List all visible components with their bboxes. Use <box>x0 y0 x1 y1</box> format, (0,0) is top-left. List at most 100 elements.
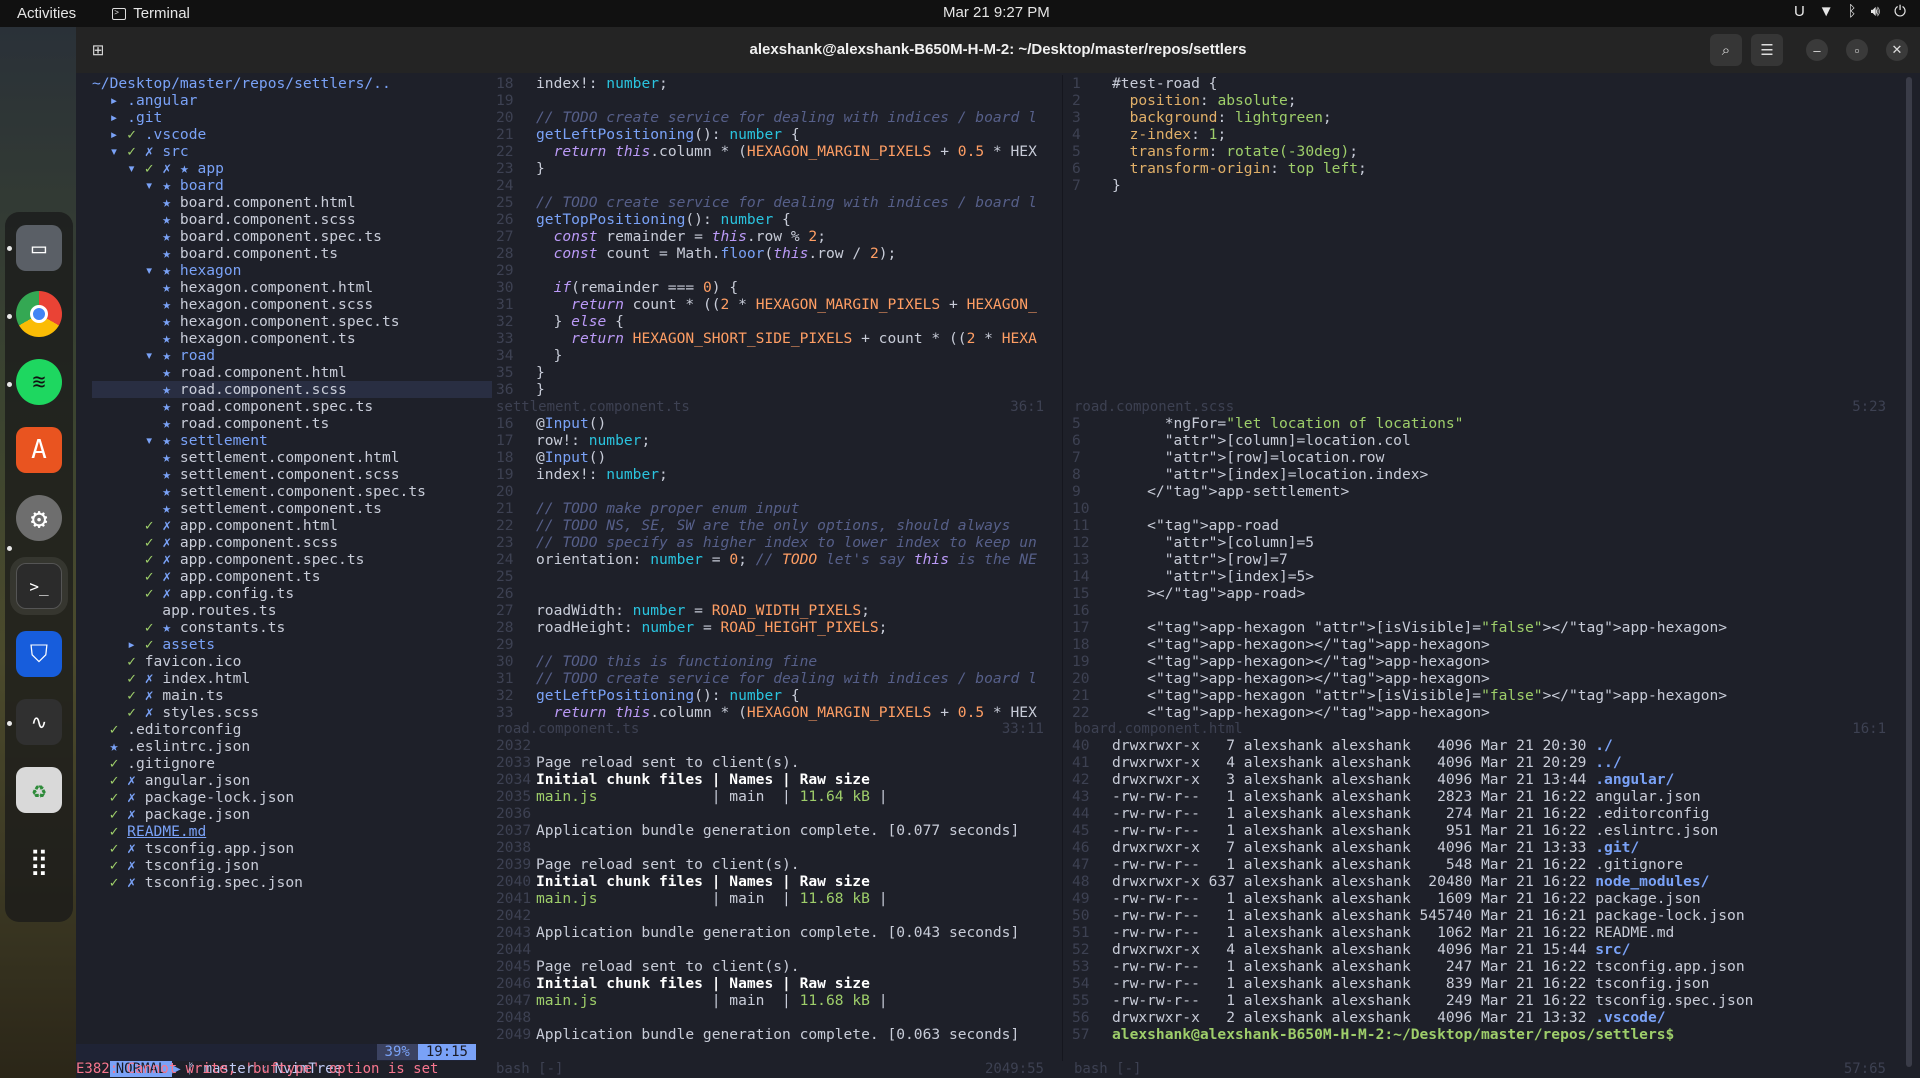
minimize-button[interactable]: – <box>1806 39 1828 61</box>
volume-icon[interactable]: 🔊︎ <box>1871 3 1880 20</box>
line-number: 5 <box>1072 143 1081 160</box>
tree-item[interactable]: ✓ ✗ tsconfig.json <box>92 857 492 874</box>
terminal-pane-ls[interactable]: 40 drwxrwxr-x 7 alexshank alexshank 4096 … <box>1068 737 1898 1060</box>
app-grid-icon[interactable]: ⣿ <box>16 839 62 885</box>
tree-item[interactable]: ✓ ✗ index.html <box>92 670 492 687</box>
tree-item[interactable]: ★ road.component.spec.ts <box>92 398 492 415</box>
tree-item[interactable]: ★ .eslintrc.json <box>92 738 492 755</box>
line-text: -rw-rw-r-- 1 alexshank alexshank 1062 Ma… <box>1112 924 1675 941</box>
line-number: 20 <box>496 109 514 126</box>
tree-item[interactable]: ✓ README.md <box>92 823 492 840</box>
tree-item[interactable]: ✓ favicon.ico <box>92 653 492 670</box>
tree-item[interactable]: ★ road.component.scss <box>92 381 492 398</box>
tree-item[interactable]: ▸ ✓ .vscode <box>92 126 492 143</box>
tree-item[interactable]: ★ hexagon.component.ts <box>92 330 492 347</box>
tree-item[interactable]: ✓ ✗ app.component.html <box>92 517 492 534</box>
tree-item[interactable]: ★ board.component.html <box>92 194 492 211</box>
tree-root-path[interactable]: ~/Desktop/master/repos/settlers/.. <box>92 75 492 92</box>
dock: ▭ ≋ A ⚙ >_ ⛉ ∿ ♻ ⣿ <box>0 27 76 1078</box>
scrollbar[interactable] <box>1906 77 1912 1067</box>
line-number: 48 <box>1072 873 1090 890</box>
tree-item[interactable]: ★ settlement.component.spec.ts <box>92 483 492 500</box>
tree-item[interactable]: ✓ .gitignore <box>92 755 492 772</box>
extension-icon[interactable]: U <box>1794 3 1805 20</box>
tree-item[interactable]: ✓ ★ constants.ts <box>92 619 492 636</box>
line-text: if(remainder === 0) { <box>553 279 739 296</box>
tree-item[interactable]: ▸ .angular <box>92 92 492 109</box>
tree-item[interactable]: ✓ .editorconfig <box>92 721 492 738</box>
tree-item[interactable]: ✓ ✗ tsconfig.spec.json <box>92 874 492 891</box>
tree-item[interactable]: ▾ ★ hexagon <box>92 262 492 279</box>
tree-item[interactable]: ★ board.component.spec.ts <box>92 228 492 245</box>
close-button[interactable]: ✕ <box>1886 39 1908 61</box>
tree-item[interactable]: ✓ ✗ app.config.ts <box>92 585 492 602</box>
line-number: 21 <box>496 500 514 517</box>
code-line: 20 <"tag">app-hexagon></"tag">app-hexago… <box>1068 670 1898 687</box>
tree-item[interactable]: ★ board.component.scss <box>92 211 492 228</box>
tree-item[interactable]: ▾ ✓ ✗ src <box>92 143 492 160</box>
tree-item[interactable]: ▾ ★ road <box>92 347 492 364</box>
app-center-icon[interactable]: A <box>16 427 62 473</box>
code-line: 2037 Application bundle generation comple… <box>492 822 1054 839</box>
system-monitor-icon[interactable]: ∿ <box>16 699 62 745</box>
clock[interactable]: Mar 21 9:27 PM <box>943 4 1050 21</box>
maximize-button[interactable]: ▫ <box>1846 39 1868 61</box>
tree-item[interactable]: ★ settlement.component.ts <box>92 500 492 517</box>
line-number: 2046 <box>496 975 532 992</box>
tree-item[interactable]: ★ hexagon.component.spec.ts <box>92 313 492 330</box>
terminal-pane-ng-serve[interactable]: 2032 2033 Page reload sent to client(s). 20… <box>492 737 1054 1060</box>
line-number: 18 <box>496 75 514 92</box>
bitwarden-icon[interactable]: ⛉ <box>16 631 62 677</box>
line-number: 43 <box>1072 788 1090 805</box>
tree-item[interactable]: ✓ ✗ angular.json <box>92 772 492 789</box>
tree-item[interactable]: ▾ ★ board <box>92 177 492 194</box>
editor-pane-road-scss[interactable]: 1 #test-road {2 position: absolute; 3 back… <box>1068 75 1898 398</box>
line-text: main.js | main | 11.68 kB | <box>536 992 888 1009</box>
chrome-icon[interactable] <box>16 291 62 337</box>
tree-item[interactable]: ✓ ✗ styles.scss <box>92 704 492 721</box>
editor-pane-settlement[interactable]: 18 index!: number; 19 20 // TODO create serv… <box>492 75 1054 398</box>
tree-item[interactable]: ✓ ✗ package-lock.json <box>92 789 492 806</box>
line-text: drwxrwxr-x 2 alexshank alexshank 4096 Ma… <box>1112 1009 1666 1026</box>
tree-item[interactable]: ✓ ✗ tsconfig.app.json <box>92 840 492 857</box>
tree-item[interactable]: ✓ ✗ package.json <box>92 806 492 823</box>
tree-item[interactable]: ▾ ★ settlement <box>92 432 492 449</box>
tree-item[interactable]: ★ road.component.html <box>92 364 492 381</box>
tree-item[interactable]: ✓ ✗ app.component.ts <box>92 568 492 585</box>
tree-item[interactable]: ✓ ✗ app.component.scss <box>92 534 492 551</box>
editor-pane-board-html[interactable]: 5 *ngFor="let location of locations" 6 "a… <box>1068 415 1898 721</box>
wifi-icon[interactable]: ▼ <box>1819 3 1834 20</box>
tree-item[interactable]: ★ settlement.component.scss <box>92 466 492 483</box>
code-line: 20 // TODO create service for dealing wit… <box>492 109 1054 126</box>
tree-item[interactable]: ★ hexagon.component.scss <box>92 296 492 313</box>
tree-item[interactable]: ★ settlement.component.html <box>92 449 492 466</box>
code-line: 6 transform-origin: top left; <box>1068 160 1898 177</box>
code-line: 18 <"tag">app-hexagon></"tag">app-hexago… <box>1068 636 1898 653</box>
settings-icon[interactable]: ⚙ <box>16 495 62 541</box>
menu-button[interactable]: ☰ <box>1751 34 1783 66</box>
pane-status: bash [-] 2049:55 <box>496 1061 1044 1077</box>
tree-item[interactable]: ★ road.component.ts <box>92 415 492 432</box>
system-tray[interactable]: U ▼ ᛒ 🔊︎ ⏻ <box>1794 3 1906 20</box>
code-line: 3 background: lightgreen; <box>1068 109 1898 126</box>
tree-item[interactable]: ✓ ✗ app.component.spec.ts <box>92 551 492 568</box>
trash-icon[interactable]: ♻ <box>16 767 62 813</box>
tree-item[interactable]: ✓ ✗ main.ts <box>92 687 492 704</box>
nvim-tree[interactable]: ~/Desktop/master/repos/settlers/.. ▸ .an… <box>92 75 492 1061</box>
tree-item[interactable]: ▸ ✓ assets <box>92 636 492 653</box>
tree-item[interactable]: ★ board.component.ts <box>92 245 492 262</box>
search-button[interactable]: ⌕ <box>1710 34 1742 66</box>
spotify-icon[interactable]: ≋ <box>16 359 62 405</box>
activities-button[interactable]: Activities <box>17 5 76 22</box>
app-menu[interactable]: > Terminal <box>112 5 190 22</box>
tree-item[interactable]: ▾ ✓ ✗ ★ app <box>92 160 492 177</box>
terminal-icon[interactable]: >_ <box>10 557 68 615</box>
bluetooth-icon[interactable]: ᛒ <box>1848 3 1857 20</box>
editor-pane-road-ts[interactable]: 16 @Input() 17 row!: number; 18 @Input() 19 ind… <box>492 415 1054 721</box>
tree-item[interactable]: app.routes.ts <box>92 602 492 619</box>
tree-item[interactable]: ★ hexagon.component.html <box>92 279 492 296</box>
power-icon[interactable]: ⏻ <box>1894 3 1906 20</box>
line-number: 25 <box>496 194 514 211</box>
tree-item[interactable]: ▸ .git <box>92 109 492 126</box>
files-icon[interactable]: ▭ <box>16 225 62 271</box>
